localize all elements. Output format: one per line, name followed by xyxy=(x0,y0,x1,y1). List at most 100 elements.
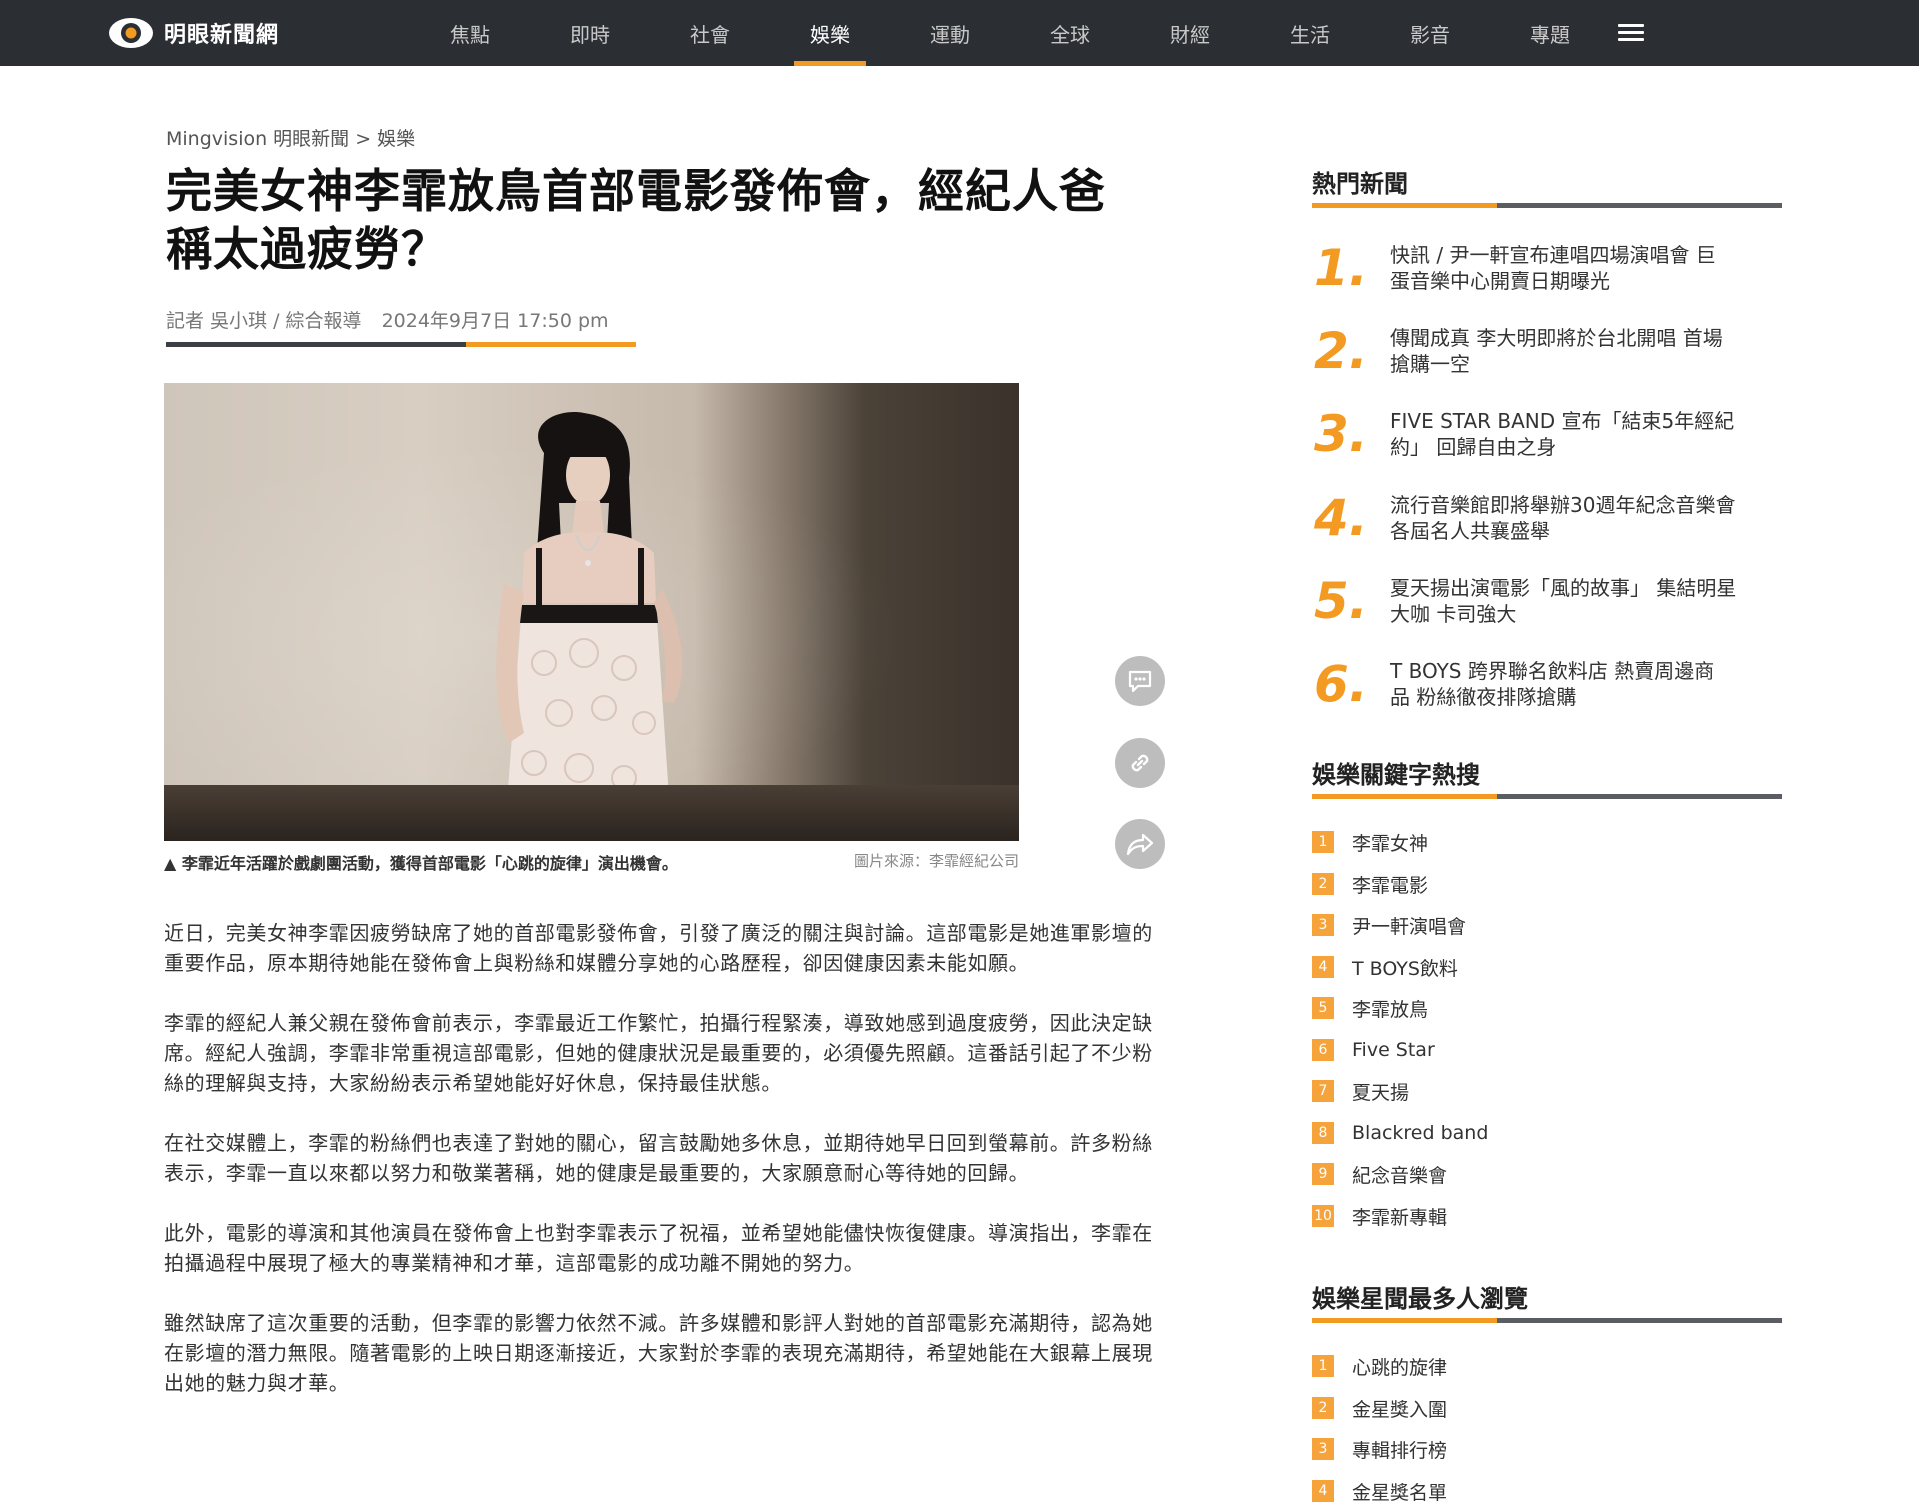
comment-button[interactable] xyxy=(1115,656,1165,706)
keyword-text: 李霏女神 xyxy=(1352,832,1429,855)
publish-date: 2024年9月7日 17:50 pm xyxy=(381,310,609,332)
hot-news-title: 搶購一空 xyxy=(1390,352,1470,376)
keyword-rank: 8 xyxy=(1312,1122,1334,1144)
hot-news-title: 各屆名人共襄盛舉 xyxy=(1390,519,1550,543)
photo-source: 圖片來源：李霏經紀公司 xyxy=(853,852,1019,870)
hot-news-item[interactable]: 1. 快訊 / 尹一軒宣布連唱四場演唱會 巨蛋音樂中心開賣日期曝光 xyxy=(1312,238,1782,298)
main-nav: 焦點 即時 社會 娛樂 運動 全球 財經 生活 影音 專題 xyxy=(410,0,1610,66)
nav-item-finance[interactable]: 財經 xyxy=(1130,0,1250,66)
article-paragraph: 李霏的經紀人兼父親在發佈會前表示，李霏最近工作繁忙，拍攝行程緊湊，導致她感到過度… xyxy=(164,1011,1153,1095)
hot-news-heading: 熱門新聞 xyxy=(1312,170,1408,198)
keyword-rank: 2 xyxy=(1312,873,1334,895)
keyword-rank: 4 xyxy=(1312,956,1334,978)
article-paragraph: 近日，完美女神李霏因疲勞缺席了她的首部電影發佈會，引發了廣泛的關注與討論。這部電… xyxy=(164,921,1153,975)
most-viewed-rank: 1 xyxy=(1312,1355,1334,1377)
reporter: 記者 吳小琪 / 綜合報導 xyxy=(166,310,362,332)
keyword-rank: 9 xyxy=(1312,1163,1334,1185)
most-viewed-rank: 4 xyxy=(1312,1480,1334,1502)
most-viewed-item[interactable]: 3 專輯排行榜 xyxy=(1312,1436,1447,1462)
comment-icon xyxy=(1128,670,1152,693)
hot-news-item[interactable]: 3. FIVE STAR BAND 宣布「結束5年經紀 約」 回歸自由之身 xyxy=(1312,404,1782,464)
hot-news-rank: 6. xyxy=(1314,655,1368,713)
hot-news-title: FIVE STAR BAND 宣布「結束5年經紀 xyxy=(1390,409,1735,433)
hot-news-rank: 1. xyxy=(1314,239,1368,297)
keyword-item[interactable]: 5 李霏放鳥 xyxy=(1312,995,1428,1021)
nav-item-realtime[interactable]: 即時 xyxy=(530,0,650,66)
hot-news-title: T BOYS 跨界聯名飲料店 熱賣周邊商 xyxy=(1390,659,1715,683)
most-viewed-rule xyxy=(1312,1318,1782,1323)
article-body: 近日，完美女神李霏因疲勞缺席了她的首部電影發佈會，引發了廣泛的關注與討論。這部電… xyxy=(164,918,1164,1428)
article-photo xyxy=(164,383,1019,841)
hamburger-menu-icon[interactable] xyxy=(1618,20,1644,46)
most-viewed-text: 金星獎入圍 xyxy=(1352,1398,1448,1421)
most-viewed-text: 專輯排行榜 xyxy=(1352,1439,1448,1462)
keyword-rank: 5 xyxy=(1312,997,1334,1019)
keyword-item[interactable]: 7 夏天揚 xyxy=(1312,1078,1409,1104)
breadcrumb[interactable]: Mingvision 明眼新聞 > 娛樂 xyxy=(166,124,415,151)
most-viewed-heading: 娛樂星聞最多人瀏覽 xyxy=(1312,1285,1528,1313)
most-viewed-item[interactable]: 4 金星獎名單 xyxy=(1312,1478,1447,1504)
keyword-text: 夏天揚 xyxy=(1352,1081,1410,1104)
keyword-rank: 10 xyxy=(1312,1205,1334,1227)
keyword-text: Blackred band xyxy=(1352,1122,1489,1144)
hot-news-item[interactable]: 5. 夏天揚出演電影「風的故事」 集結明星 大咖 卡司強大 xyxy=(1312,571,1782,631)
keyword-text: Five Star xyxy=(1352,1039,1435,1061)
keyword-item[interactable]: 6 Five Star xyxy=(1312,1037,1435,1063)
keyword-heading: 娛樂關鍵字熱搜 xyxy=(1312,761,1480,789)
keyword-item[interactable]: 8 Blackred band xyxy=(1312,1120,1488,1146)
article-paragraph: 在社交媒體上，李霏的粉絲們也表達了對她的關心，留言鼓勵她多休息，並期待她早日回到… xyxy=(164,1131,1153,1185)
most-viewed-text: 心跳的旋律 xyxy=(1352,1356,1448,1379)
link-icon xyxy=(1131,754,1149,772)
keyword-text: 李霏新專輯 xyxy=(1352,1206,1448,1229)
hot-news-title: 流行音樂館即將舉辦30週年紀念音樂會 xyxy=(1390,493,1736,517)
keyword-text: 紀念音樂會 xyxy=(1352,1164,1448,1187)
share-button[interactable] xyxy=(1115,819,1165,869)
most-viewed-rank: 3 xyxy=(1312,1438,1334,1460)
hot-news-rank: 4. xyxy=(1314,489,1368,547)
most-viewed-item[interactable]: 1 心跳的旋律 xyxy=(1312,1353,1447,1379)
hot-news-item[interactable]: 2. 傳聞成真 李大明即將於台北開唱 首場 搶購一空 xyxy=(1312,321,1782,381)
article-title: 完美女神李霏放鳥首部電影發佈會，經紀人爸 稱太過疲勞？ xyxy=(166,162,1186,278)
share-icon xyxy=(1126,833,1154,856)
keyword-rank: 7 xyxy=(1312,1080,1334,1102)
nav-item-global[interactable]: 全球 xyxy=(1010,0,1130,66)
most-viewed-item[interactable]: 2 金星獎入圍 xyxy=(1312,1395,1447,1421)
keyword-item[interactable]: 4 T BOYS飲料 xyxy=(1312,954,1458,980)
hot-news-rank: 3. xyxy=(1314,405,1368,463)
keyword-rule xyxy=(1312,794,1782,799)
caption-text: ▲ 李霏近年活躍於戲劇團活動，獲得首部電影「心跳的旋律」演出機會。 xyxy=(164,854,678,873)
hot-news-item[interactable]: 6. T BOYS 跨界聯名飲料店 熱賣周邊商品 粉絲徹夜排隊搶購 xyxy=(1312,654,1782,714)
nav-item-life[interactable]: 生活 xyxy=(1250,0,1370,66)
hot-news-title: 快訊 / 尹一軒宣布連唱四場演唱會 巨 xyxy=(1390,243,1716,267)
hot-news-title: 蛋音樂中心開賣日期曝光 xyxy=(1390,269,1610,293)
site-name: 明眼新聞網 xyxy=(164,23,280,48)
nav-item-topics[interactable]: 專題 xyxy=(1490,0,1610,66)
nav-item-entertainment[interactable]: 娛樂 xyxy=(770,0,890,66)
person-photo-illustration xyxy=(496,412,683,841)
nav-item-sports[interactable]: 運動 xyxy=(890,0,1010,66)
site-logo[interactable]: 明眼新聞網 xyxy=(108,14,279,52)
keyword-text: 尹一軒演唱會 xyxy=(1352,915,1467,938)
hot-news-item[interactable]: 4. 流行音樂館即將舉辦30週年紀念音樂會 各屆名人共襄盛舉 xyxy=(1312,488,1782,548)
article-byline: 記者 吳小琪 / 綜合報導 2024年9月7日 17:50 pm xyxy=(166,306,623,346)
keyword-text: 李霏放鳥 xyxy=(1352,998,1429,1021)
article-title-line-1: 完美女神李霏放鳥首部電影發佈會，經紀人爸 xyxy=(166,164,1106,218)
keyword-item[interactable]: 10 李霏新專輯 xyxy=(1312,1203,1447,1229)
nav-item-video[interactable]: 影音 xyxy=(1370,0,1490,66)
copy-link-button[interactable] xyxy=(1115,738,1165,788)
hot-news-rank: 5. xyxy=(1314,572,1368,630)
hot-news-title: 大咖 卡司強大 xyxy=(1390,602,1517,626)
nav-item-society[interactable]: 社會 xyxy=(650,0,770,66)
keyword-item[interactable]: 1 李霏女神 xyxy=(1312,829,1428,855)
keyword-item[interactable]: 2 李霏電影 xyxy=(1312,871,1428,897)
keyword-item[interactable]: 3 尹一軒演唱會 xyxy=(1312,912,1466,938)
keyword-text: 李霏電影 xyxy=(1352,874,1429,897)
keyword-item[interactable]: 9 紀念音樂會 xyxy=(1312,1161,1447,1187)
hot-news-rank: 2. xyxy=(1314,322,1368,380)
keyword-rank: 1 xyxy=(1312,831,1334,853)
nav-item-focus[interactable]: 焦點 xyxy=(410,0,530,66)
eye-logo-icon xyxy=(109,18,153,48)
photo-caption: ▲ 李霏近年活躍於戲劇團活動，獲得首部電影「心跳的旋律」演出機會。 圖片來源：李… xyxy=(164,850,1019,874)
hot-news-rule xyxy=(1312,203,1782,208)
most-viewed-text: 金星獎名單 xyxy=(1352,1481,1448,1504)
